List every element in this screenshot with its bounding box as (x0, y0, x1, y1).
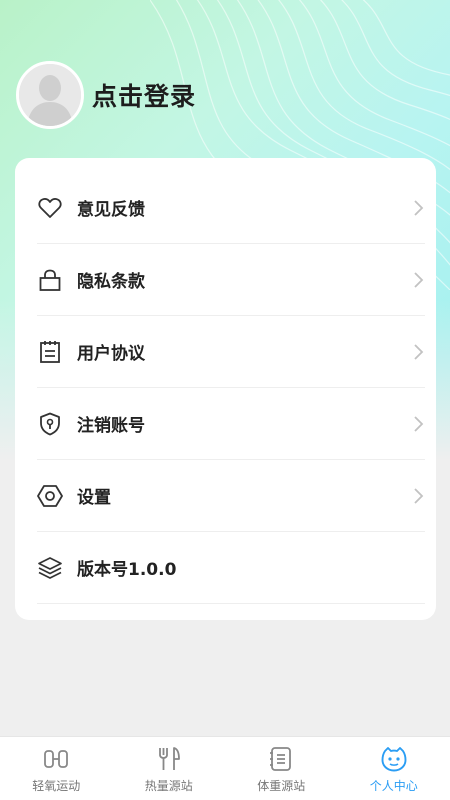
tab-label: 轻氧运动 (32, 779, 81, 793)
chevron-right-icon (414, 272, 424, 288)
menu-item-version: 版本号1.0.0 (37, 532, 425, 604)
tab-label: 体重源站 (257, 779, 306, 793)
chevron-right-icon (414, 200, 424, 216)
chevron-right-icon (414, 344, 424, 360)
default-avatar-icon (19, 64, 81, 126)
menu-item-label: 设置 (77, 488, 111, 508)
heart-icon (37, 195, 63, 221)
menu-item-label: 隐私条款 (77, 272, 145, 292)
menu-item-privacy[interactable]: 隐私条款 (37, 244, 425, 316)
tab-label: 热量源站 (144, 779, 193, 793)
chevron-right-icon (414, 488, 424, 504)
tab-exercise[interactable]: 轻氧运动 (0, 737, 113, 800)
profile-header[interactable]: 点击登录 (16, 61, 196, 129)
menu-item-label: 注销账号 (77, 416, 145, 436)
avatar[interactable] (16, 61, 84, 129)
version-label: 版本号1.0.0 (77, 560, 177, 580)
bag-icon (37, 267, 63, 293)
menu-item-label: 用户协议 (77, 344, 145, 364)
login-link[interactable]: 点击登录 (92, 77, 196, 113)
tab-profile[interactable]: 个人中心 (338, 737, 450, 800)
tab-label: 个人中心 (369, 779, 418, 793)
chevron-right-icon (414, 416, 424, 432)
bottom-tab-bar: 轻氧运动 热量源站 体重源站 个人中心 (0, 736, 450, 800)
menu-item-feedback[interactable]: 意见反馈 (37, 172, 425, 244)
notebook-icon (267, 745, 295, 773)
exercise-icon (42, 745, 70, 773)
smiley-icon (380, 745, 408, 773)
shield-icon (37, 411, 63, 437)
tab-weight[interactable]: 体重源站 (225, 737, 338, 800)
settings-card: 意见反馈 隐私条款 用户协议 注销账号 设置 版本号1.0.0 (15, 158, 436, 620)
menu-item-label: 意见反馈 (77, 200, 145, 220)
menu-item-delete-account[interactable]: 注销账号 (37, 388, 425, 460)
menu-item-settings[interactable]: 设置 (37, 460, 425, 532)
menu-item-user-agreement[interactable]: 用户协议 (37, 316, 425, 388)
utensils-icon (155, 745, 183, 773)
clipboard-icon (37, 339, 63, 365)
hexagon-icon (37, 483, 63, 509)
tab-calories[interactable]: 热量源站 (113, 737, 226, 800)
layers-icon (37, 555, 63, 581)
